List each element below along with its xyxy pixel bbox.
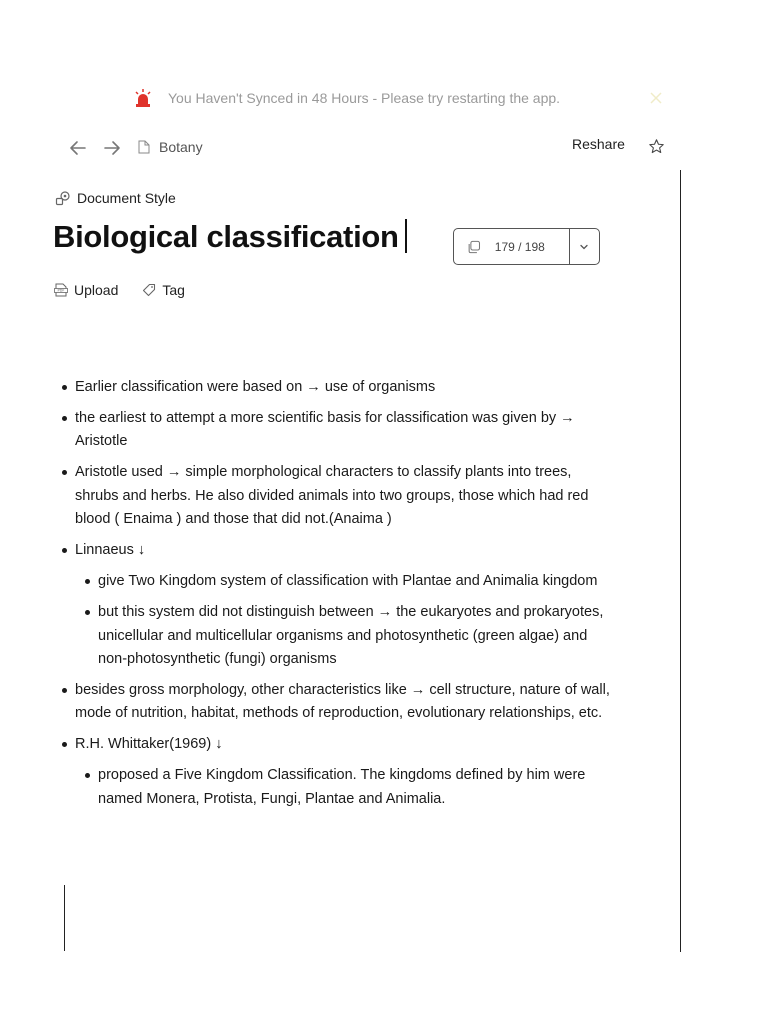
chevron-down-icon bbox=[580, 244, 589, 249]
pager-count: 179 / 198 bbox=[494, 239, 545, 254]
arrow-left-icon[interactable] bbox=[66, 136, 90, 160]
nested-list-item: give Two Kingdom system of classificatio… bbox=[85, 570, 612, 593]
arrow-right-icon[interactable] bbox=[100, 136, 124, 160]
nested-list-item: proposed a Five Kingdom Classification. … bbox=[85, 764, 612, 811]
nested-list: proposed a Five Kingdom Classification. … bbox=[85, 764, 612, 811]
breadcrumb-label: Botany bbox=[159, 139, 203, 155]
list-item-text: Linnaeus ↓ bbox=[75, 542, 146, 559]
document-style-label: Document Style bbox=[77, 190, 176, 206]
upload-label: Upload bbox=[74, 282, 119, 298]
alarm-icon bbox=[135, 89, 151, 107]
document-body[interactable]: Earlier classification were based on → u… bbox=[62, 376, 612, 819]
page-title-text: Biological classification bbox=[53, 219, 399, 254]
editor-right-border bbox=[680, 170, 681, 952]
sync-banner: You Haven't Synced in 48 Hours - Please … bbox=[134, 88, 560, 108]
list-item: Aristotle used → simple morphological ch… bbox=[62, 461, 612, 531]
list-item: Linnaeus ↓ give Two Kingdom system of cl… bbox=[62, 539, 612, 671]
list-item: R.H. Whittaker(1969) ↓ proposed a Five K… bbox=[62, 733, 612, 811]
bullet-list: Earlier classification were based on → u… bbox=[62, 376, 612, 811]
text-caret bbox=[404, 219, 407, 253]
editor-cursor bbox=[64, 885, 65, 951]
document-style-icon bbox=[55, 191, 70, 206]
document-icon bbox=[138, 140, 150, 154]
tag-button[interactable]: Tag bbox=[142, 282, 185, 298]
list-item: besides gross morphology, other characte… bbox=[62, 679, 612, 726]
copy-icon[interactable] bbox=[467, 239, 481, 255]
document-meta: PDF Upload Tag bbox=[54, 282, 209, 298]
tag-icon bbox=[143, 283, 156, 297]
tag-label: Tag bbox=[162, 282, 185, 298]
list-item-text: R.H. Whittaker(1969) ↓ bbox=[75, 736, 223, 753]
breadcrumb[interactable]: Botany bbox=[138, 139, 203, 155]
svg-text:PDF: PDF bbox=[57, 289, 64, 293]
list-item: Earlier classification were based on → u… bbox=[62, 376, 612, 399]
close-icon[interactable] bbox=[648, 90, 664, 106]
pager: 179 / 198 bbox=[453, 228, 600, 265]
pdf-icon: PDF bbox=[54, 283, 68, 297]
page: You Haven't Synced in 48 Hours - Please … bbox=[0, 0, 768, 1024]
reshare-button[interactable]: Reshare bbox=[572, 136, 625, 152]
list-item: the earliest to attempt a more scientifi… bbox=[62, 407, 612, 454]
star-icon[interactable] bbox=[648, 138, 665, 155]
nested-list-item: but this system did not distinguish betw… bbox=[85, 601, 612, 671]
upload-button[interactable]: PDF Upload bbox=[54, 282, 118, 298]
pager-dropdown-button[interactable] bbox=[570, 229, 599, 264]
nested-list: give Two Kingdom system of classificatio… bbox=[85, 570, 612, 671]
page-title[interactable]: Biological classification bbox=[53, 219, 407, 255]
sync-banner-message: You Haven't Synced in 48 Hours - Please … bbox=[168, 90, 561, 106]
document-style-button[interactable]: Document Style bbox=[55, 190, 176, 206]
